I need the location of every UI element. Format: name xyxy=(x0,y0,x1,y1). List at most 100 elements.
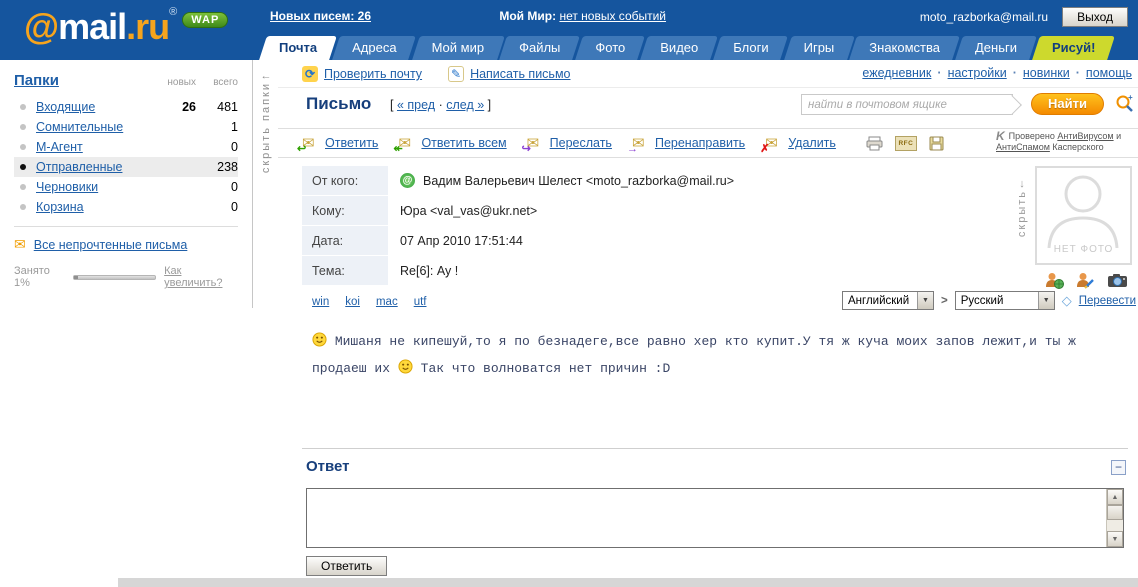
save-icon[interactable] xyxy=(929,136,944,151)
encoding-links: win koi mac utf xyxy=(312,296,427,308)
scroll-down-icon[interactable]: ▼ xyxy=(1107,531,1123,547)
encoding-mac-link[interactable]: mac xyxy=(376,296,398,308)
envelope-icon: ✉ xyxy=(14,236,26,252)
folder-bullet-icon xyxy=(20,104,26,110)
folder-total-count: 0 xyxy=(231,140,238,154)
footer-strip xyxy=(118,578,1138,587)
message-action-bar: ✉ ↩ Ответить ✉ ↞ Ответить всем ✉ ↪ Переслат… xyxy=(278,128,1138,158)
folder-sent[interactable]: Отправленные 238 xyxy=(14,157,238,177)
folder-trash[interactable]: Корзина 0 xyxy=(14,197,238,217)
topbar-links: Новых писем: 26 Мой Мир: нет новых событ… xyxy=(270,9,666,23)
tab-dating[interactable]: Знакомства xyxy=(853,36,956,60)
no-photo-label: НЕТ ФОТО xyxy=(1053,244,1114,255)
tab-contacts[interactable]: Адреса xyxy=(336,36,412,60)
compose-link: Написать письмо xyxy=(470,67,571,81)
textarea-scrollbar[interactable]: ▲ ▼ xyxy=(1106,489,1123,547)
delete-action[interactable]: ✉ ✗ Удалить xyxy=(760,134,836,155)
folder-m-agent[interactable]: М-Агент 0 xyxy=(14,137,238,157)
antivirus-link[interactable]: АнтиВирусом xyxy=(1057,131,1113,141)
help-link[interactable]: помощь xyxy=(1086,66,1132,80)
date-label: Дата: xyxy=(302,226,388,255)
folders-sidebar: Папки новых всего Входящие 26 481 Сомнит… xyxy=(0,60,253,308)
collapse-folders-strip[interactable]: ← скрыть папки xyxy=(254,70,278,300)
new-mail-link[interactable]: Новых писем: 26 xyxy=(270,9,371,23)
encoding-utf-link[interactable]: utf xyxy=(414,296,427,308)
delete-icon: ✉ ✗ xyxy=(760,135,778,155)
add-contact-icon[interactable] xyxy=(1045,272,1064,289)
folder-total-count: 1 xyxy=(231,120,238,134)
language-to-select[interactable]: Русский ▼ xyxy=(954,291,1055,310)
translate-link[interactable]: Перевести xyxy=(1079,295,1136,307)
agent-status-icon[interactable]: @ xyxy=(400,173,415,188)
folder-bullet-icon xyxy=(20,144,26,150)
camera-icon[interactable] xyxy=(1107,273,1128,288)
settings-link[interactable]: настройки xyxy=(948,66,1007,80)
tab-paint[interactable]: Рисуй! xyxy=(1036,36,1111,60)
letter-title-row: Письмо [ « пред · след » ] Найти + xyxy=(278,90,1138,126)
folders-title-link[interactable]: Папки xyxy=(14,72,59,89)
news-link[interactable]: новинки xyxy=(1023,66,1070,80)
hide-arrow-icon: ↓ xyxy=(1019,178,1025,190)
forward-action[interactable]: ✉ ↪ Переслать xyxy=(522,134,612,155)
reply-submit-button[interactable]: Ответить xyxy=(306,556,388,576)
header-date-row: Дата: 07 Апр 2010 17:51:44 xyxy=(302,226,1022,255)
my-world-events-link[interactable]: нет новых событий xyxy=(559,9,666,23)
my-world-label: Мой Мир: xyxy=(499,9,557,23)
reply-textarea[interactable] xyxy=(306,488,1124,548)
reply-editor: ▲ ▼ xyxy=(306,488,1124,548)
encoding-win-link[interactable]: win xyxy=(312,296,329,308)
antispam-link[interactable]: АнтиСпамом xyxy=(996,142,1050,152)
collapse-arrow-icon: ← xyxy=(260,70,272,82)
translate-icon: ◇ xyxy=(1061,292,1072,308)
redirect-action[interactable]: ✉ → Перенаправить xyxy=(627,134,745,155)
mailru-logo[interactable]: @mail.ru® WAP xyxy=(24,6,229,48)
folders-header: Папки новых всего xyxy=(14,72,238,89)
daybook-link[interactable]: ежедневник xyxy=(862,66,931,80)
prev-letter-link[interactable]: « пред xyxy=(397,98,435,112)
logo-text: mail xyxy=(58,6,127,47)
message-body: Мишаня не кипешуй,то я по безнадеге,все … xyxy=(312,328,1112,382)
tab-photo[interactable]: Фото xyxy=(579,36,641,60)
reply-all-icon: ✉ ↞ xyxy=(393,135,412,155)
folder-inbox[interactable]: Входящие 26 481 xyxy=(14,97,238,117)
folder-drafts[interactable]: Черновики 0 xyxy=(14,177,238,197)
advanced-search-icon[interactable]: + xyxy=(1114,94,1134,114)
folder-suspicious[interactable]: Сомнительные 1 xyxy=(14,117,238,137)
rfc-source-icon[interactable]: RFC xyxy=(894,135,917,151)
search-input[interactable] xyxy=(802,95,1013,114)
hide-photo-label: скрыть xyxy=(1016,190,1028,238)
dropdown-arrow-icon: ▼ xyxy=(917,292,933,309)
encoding-koi-link[interactable]: koi xyxy=(345,296,360,308)
check-mail-item[interactable]: ⟳ Проверить почту xyxy=(302,66,422,82)
print-icon[interactable] xyxy=(866,136,883,151)
compose-item[interactable]: ✎ Написать письмо xyxy=(448,66,571,82)
language-from-select[interactable]: Английский ▼ xyxy=(842,291,934,310)
wap-badge[interactable]: WAP xyxy=(182,12,229,28)
all-unread-row[interactable]: ✉ Все непрочтенные письма xyxy=(14,236,238,253)
from-label: От кого: xyxy=(302,166,388,195)
edit-contact-icon[interactable] xyxy=(1076,272,1095,289)
tab-mail[interactable]: Почта xyxy=(263,36,333,60)
next-letter-link[interactable]: след » xyxy=(446,98,484,112)
tab-my-world[interactable]: Мой мир xyxy=(416,36,501,60)
tab-video[interactable]: Видео xyxy=(644,36,714,60)
date-value: 07 Апр 2010 17:51:44 xyxy=(400,233,523,248)
collapse-reply-button[interactable]: − xyxy=(1111,460,1126,475)
tab-money[interactable]: Деньги xyxy=(959,36,1033,60)
reply-all-action[interactable]: ✉ ↞ Ответить всем xyxy=(393,134,506,155)
tab-files[interactable]: Файлы xyxy=(503,36,576,60)
scroll-thumb[interactable] xyxy=(1107,505,1123,520)
reply-action[interactable]: ✉ ↩ Ответить xyxy=(297,134,378,155)
tab-games[interactable]: Игры xyxy=(788,36,851,60)
scroll-up-icon[interactable]: ▲ xyxy=(1107,489,1123,505)
quota-upgrade-link[interactable]: Как увеличить? xyxy=(164,265,238,289)
tab-blogs[interactable]: Блоги xyxy=(717,36,784,60)
hide-photo-control[interactable]: ↓ скрыть xyxy=(1016,178,1028,240)
search-button[interactable]: Найти xyxy=(1031,93,1104,115)
subject-value: Re[6]: Ау ! xyxy=(400,263,459,278)
kaspersky-icon: K xyxy=(996,129,1005,143)
logout-button[interactable]: Выход xyxy=(1062,7,1128,27)
sender-photo-placeholder: НЕТ ФОТО xyxy=(1035,166,1132,265)
dropdown-arrow-icon: ▼ xyxy=(1037,292,1054,309)
topbar-account: moto_razborka@mail.ru Выход xyxy=(920,7,1128,27)
